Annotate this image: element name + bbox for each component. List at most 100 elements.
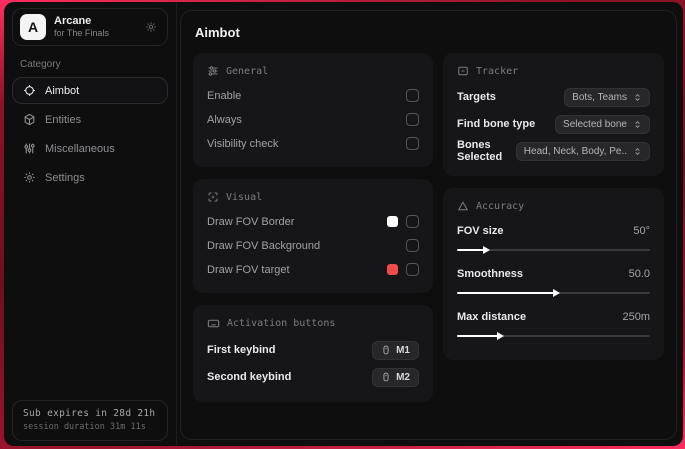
draw-fov-background-checkbox[interactable] bbox=[406, 239, 419, 252]
slider-value: 50.0 bbox=[628, 267, 650, 280]
setting-group-smoothness: Smoothness 50.0 bbox=[457, 262, 650, 297]
slider-thumb[interactable] bbox=[496, 332, 504, 340]
slider-thumb[interactable] bbox=[552, 289, 560, 297]
dropdown-value: Selected bone bbox=[563, 118, 627, 130]
draw-fov-target-checkbox[interactable] bbox=[406, 263, 419, 276]
fov-size-slider[interactable] bbox=[457, 246, 650, 254]
left-column: General Enable Always Visibility check V… bbox=[193, 53, 433, 402]
activation-card-header: Activation buttons bbox=[207, 317, 419, 330]
sidebar-item-aimbot[interactable]: Aimbot bbox=[12, 77, 168, 104]
visual-card-header: Visual bbox=[207, 191, 419, 203]
find-bone-type-dropdown[interactable]: Selected bone bbox=[555, 114, 650, 134]
always-checkbox[interactable] bbox=[406, 113, 419, 126]
setting-label: FOV size bbox=[457, 224, 504, 237]
setting-row-find-bone-type: Find bone type Selected bone bbox=[457, 111, 650, 137]
setting-row-draw-fov-background: Draw FOV Background bbox=[207, 234, 419, 257]
setting-label: Always bbox=[207, 113, 242, 126]
slider-thumb[interactable] bbox=[483, 246, 491, 254]
setting-row-bones-selected: Bones Selected Head, Neck, Body, Pe.. bbox=[457, 138, 650, 164]
keybind-value: M1 bbox=[396, 344, 410, 356]
unfold-icon bbox=[633, 93, 642, 102]
setting-row-draw-fov-target: Draw FOV target bbox=[207, 258, 419, 281]
setting-label: Second keybind bbox=[207, 371, 292, 383]
session-duration-text: session duration 31m 11s bbox=[23, 422, 146, 432]
setting-label: Visibility check bbox=[207, 137, 279, 150]
gear-icon bbox=[23, 171, 36, 184]
slider-value: 250m bbox=[622, 310, 650, 323]
slider-value: 50° bbox=[633, 224, 650, 237]
color-swatch-red[interactable] bbox=[387, 264, 398, 275]
setting-row-second-keybind: Second keybind M2 bbox=[207, 364, 419, 390]
slider-label-row: Smoothness 50.0 bbox=[457, 262, 650, 285]
mouse-icon bbox=[381, 345, 391, 355]
visibility-check-checkbox[interactable] bbox=[406, 137, 419, 150]
sidebar-item-label: Miscellaneous bbox=[45, 142, 115, 155]
setting-row-always: Always bbox=[207, 108, 419, 131]
setting-label: Smoothness bbox=[457, 267, 524, 280]
activation-buttons-card: Activation buttons First keybind M1 Seco… bbox=[193, 305, 433, 402]
setting-label: Targets bbox=[457, 91, 496, 103]
category-label: Category bbox=[20, 59, 61, 70]
scan-icon bbox=[457, 65, 469, 77]
first-keybind-button[interactable]: M1 bbox=[372, 340, 419, 360]
card-title: Visual bbox=[226, 191, 263, 203]
setting-group-fov-size: FOV size 50° bbox=[457, 219, 650, 254]
setting-label: Draw FOV Background bbox=[207, 239, 321, 252]
sub-expiry-text: Sub expires in 28d 21h bbox=[23, 408, 156, 419]
dropdown-value: Bots, Teams bbox=[572, 91, 627, 103]
app-name: Arcane bbox=[54, 15, 92, 27]
app-logo: A bbox=[20, 14, 46, 40]
color-swatch-white[interactable] bbox=[387, 216, 398, 227]
card-title: Accuracy bbox=[476, 200, 525, 212]
sidebar-item-settings[interactable]: Settings bbox=[12, 164, 168, 191]
row-controls bbox=[387, 263, 419, 276]
card-title: Activation buttons bbox=[227, 318, 336, 329]
setting-label: Draw FOV target bbox=[207, 263, 290, 276]
setting-label: Draw FOV Border bbox=[207, 215, 295, 228]
sliders-icon bbox=[23, 142, 36, 155]
enable-checkbox[interactable] bbox=[406, 89, 419, 102]
setting-row-enable: Enable bbox=[207, 84, 419, 107]
setting-group-max-distance: Max distance 250m bbox=[457, 305, 650, 340]
tracker-card-header: Tracker bbox=[457, 65, 650, 77]
visual-card: Visual Draw FOV Border Draw FOV Backgrou… bbox=[193, 179, 433, 293]
accuracy-card-header: Accuracy bbox=[457, 200, 650, 212]
sidebar-item-miscellaneous[interactable]: Miscellaneous bbox=[12, 135, 168, 162]
accuracy-card: Accuracy FOV size 50° Smoothness 50.0 Ma… bbox=[443, 188, 664, 360]
slider-fill bbox=[457, 246, 491, 254]
setting-row-draw-fov-border: Draw FOV Border bbox=[207, 210, 419, 233]
app-title-block: Arcane for The Finals bbox=[54, 15, 109, 39]
sidebar-item-entities[interactable]: Entities bbox=[12, 106, 168, 133]
bones-selected-dropdown[interactable]: Head, Neck, Body, Pe.. bbox=[515, 141, 650, 161]
gear-icon[interactable] bbox=[145, 21, 157, 33]
crosshair-icon bbox=[23, 84, 36, 97]
smoothness-slider[interactable] bbox=[457, 289, 650, 297]
dropdown-value: Head, Neck, Body, Pe.. bbox=[523, 145, 627, 157]
general-card: General Enable Always Visibility check bbox=[193, 53, 433, 167]
right-column: Tracker Targets Bots, Teams Find bone ty… bbox=[443, 53, 664, 360]
slider-fill bbox=[457, 332, 504, 340]
sidebar-item-label: Aimbot bbox=[45, 84, 80, 97]
setting-row-first-keybind: First keybind M1 bbox=[207, 337, 419, 363]
setting-label: First keybind bbox=[207, 344, 276, 356]
setting-label: Bones Selected bbox=[457, 139, 503, 163]
draw-fov-border-checkbox[interactable] bbox=[406, 215, 419, 228]
card-title: General bbox=[226, 65, 269, 77]
subscription-info-card: Sub expires in 28d 21h session duration … bbox=[12, 400, 168, 441]
setting-row-visibility-check: Visibility check bbox=[207, 132, 419, 155]
unfold-icon bbox=[633, 120, 642, 129]
main-panel: Aimbot General Enable Always Visibility … bbox=[180, 10, 677, 440]
app-logo-card: A Arcane for The Finals bbox=[12, 8, 168, 46]
card-title: Tracker bbox=[476, 65, 519, 77]
targets-dropdown[interactable]: Bots, Teams bbox=[564, 87, 650, 107]
mouse-icon bbox=[381, 372, 391, 382]
page-title: Aimbot bbox=[195, 25, 240, 40]
setting-label: Find bone type bbox=[457, 118, 536, 130]
max-distance-slider[interactable] bbox=[457, 332, 650, 340]
app-subtitle: for The Finals bbox=[54, 28, 109, 38]
content-columns: General Enable Always Visibility check V… bbox=[193, 53, 664, 402]
keybind-value: M2 bbox=[396, 371, 410, 383]
row-controls bbox=[387, 215, 419, 228]
second-keybind-button[interactable]: M2 bbox=[372, 367, 419, 387]
sidebar-item-label: Entities bbox=[45, 113, 82, 126]
